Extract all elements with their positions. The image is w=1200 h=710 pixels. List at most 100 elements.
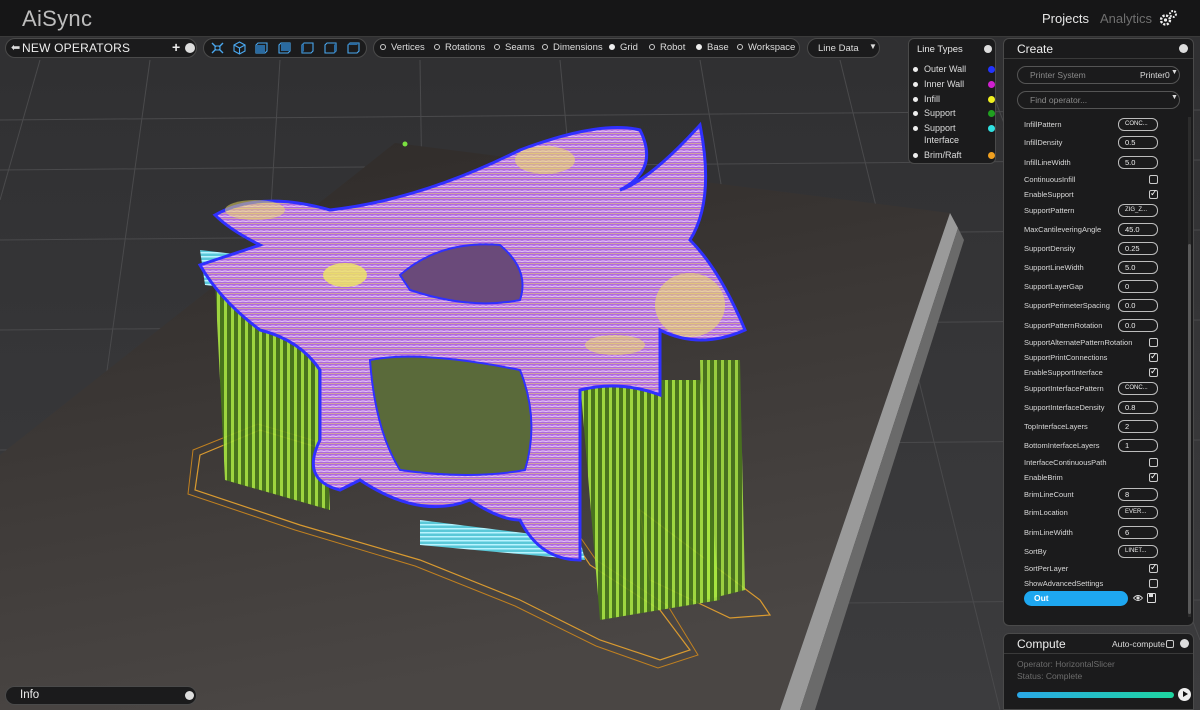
play-icon[interactable] <box>1178 688 1191 701</box>
param-input[interactable]: 6 <box>1118 526 1158 539</box>
color-swatch <box>988 81 995 88</box>
view-left-icon[interactable] <box>300 41 315 55</box>
bullet-icon <box>913 153 918 158</box>
param-input[interactable]: 5.0 <box>1118 261 1158 274</box>
param-checkbox-checked[interactable] <box>1149 366 1158 377</box>
legend-label: Brim/Raft <box>924 150 962 160</box>
param-checkbox-checked[interactable] <box>1149 471 1158 482</box>
auto-compute-checkbox[interactable] <box>1166 640 1174 648</box>
scrollbar-thumb[interactable] <box>1188 244 1191 614</box>
view-fit-icon[interactable] <box>210 41 225 55</box>
options-icon[interactable] <box>1179 44 1188 53</box>
param-checkbox[interactable] <box>1149 175 1158 184</box>
divider <box>1004 653 1193 654</box>
eye-icon[interactable] <box>1133 594 1143 602</box>
param-checkbox[interactable] <box>1149 579 1158 588</box>
param-input[interactable]: 0.8 <box>1118 401 1158 414</box>
param-label: BottomInterfaceLayers <box>1024 441 1100 450</box>
param-input[interactable]: ZIG_Z... <box>1118 204 1158 217</box>
compute-title: Compute <box>1017 637 1066 651</box>
support-tower-right <box>700 360 745 600</box>
param-label: SupportPattern <box>1024 206 1075 215</box>
param-label: ShowAdvancedSettings <box>1024 579 1104 588</box>
param-checkbox[interactable] <box>1149 338 1158 347</box>
param-input[interactable]: EVER... <box>1118 506 1158 519</box>
view-top-icon[interactable] <box>346 41 361 55</box>
auto-compute-label: Auto-compute <box>1112 639 1165 649</box>
param-label: InfillDensity <box>1024 138 1063 147</box>
radio-icon <box>494 44 500 50</box>
param-label: SupportPatternRotation <box>1024 321 1103 330</box>
legend-item-support-interface[interactable]: Support Interface <box>913 122 995 148</box>
line-data-label: Line Data <box>818 43 859 54</box>
toggle-dimensions[interactable]: Dimensions <box>542 42 603 53</box>
printer-system-label: Printer System <box>1030 70 1086 80</box>
gears-icon[interactable] <box>1158 9 1178 29</box>
compute-progress-bar <box>1017 692 1174 698</box>
nav-projects[interactable]: Projects <box>1042 11 1089 26</box>
add-operator-button[interactable]: + <box>172 39 180 55</box>
line-data-dropdown[interactable]: Line Data ▼ <box>807 38 880 58</box>
param-input[interactable]: 2 <box>1118 420 1158 433</box>
output-label: Out <box>1034 593 1049 603</box>
param-input[interactable]: 0.0 <box>1118 299 1158 312</box>
param-label: SupportDensity <box>1024 244 1076 253</box>
view-iso-icon[interactable] <box>232 41 247 55</box>
param-input[interactable]: 1 <box>1118 439 1158 452</box>
param-input[interactable]: CONC... <box>1118 382 1158 395</box>
toggle-workspace[interactable]: Workspace <box>737 42 795 53</box>
divider <box>1004 58 1193 59</box>
param-label: EnableSupport <box>1024 190 1074 199</box>
app-title: AiSync <box>22 6 93 31</box>
param-label: SupportPrintConnections <box>1024 353 1108 362</box>
printer-system-select[interactable]: Printer System Printer0 ▼ <box>1017 66 1180 84</box>
param-label: SupportPerimeterSpacing <box>1024 301 1110 310</box>
operators-header[interactable]: ⬅ NEW OPERATORS + <box>5 38 197 58</box>
param-checkbox-checked[interactable] <box>1149 351 1158 362</box>
compute-panel: Compute Auto-compute Operator: Horizonta… <box>1003 633 1194 710</box>
output-button[interactable]: Out <box>1024 591 1128 606</box>
toggle-vertices[interactable]: Vertices <box>380 42 425 53</box>
info-panel[interactable]: Info <box>5 686 197 705</box>
param-checkbox-checked[interactable] <box>1149 562 1158 573</box>
create-panel: Create Printer System Printer0 ▼ Find op… <box>1003 38 1194 626</box>
options-icon[interactable] <box>984 45 992 53</box>
toggle-seams[interactable]: Seams <box>494 42 535 53</box>
param-label: InfillPattern <box>1024 120 1062 129</box>
radio-icon <box>609 44 615 50</box>
save-icon[interactable] <box>1147 593 1156 603</box>
param-input[interactable]: 0.5 <box>1118 136 1158 149</box>
infill-patch-4 <box>225 200 285 220</box>
view-right-icon[interactable] <box>323 41 338 55</box>
nav-analytics[interactable]: Analytics <box>1100 11 1152 26</box>
find-operator-select[interactable]: Find operator... ▼ <box>1017 91 1180 109</box>
bullet-icon <box>913 67 918 72</box>
options-icon[interactable] <box>1180 639 1189 648</box>
param-input[interactable]: 0.0 <box>1118 319 1158 332</box>
view-back-icon[interactable] <box>277 41 292 55</box>
options-icon[interactable] <box>185 43 195 53</box>
toggle-grid[interactable]: Grid <box>609 42 638 53</box>
param-input[interactable]: 45.0 <box>1118 223 1158 236</box>
view-front-icon[interactable] <box>254 41 269 55</box>
toggle-label: Vertices <box>391 42 425 53</box>
param-label: SortBy <box>1024 547 1047 556</box>
param-label: InfillLineWidth <box>1024 158 1071 167</box>
param-input[interactable]: LINET... <box>1118 545 1158 558</box>
back-arrow-icon[interactable]: ⬅ <box>11 41 20 54</box>
param-label: BrimLineWidth <box>1024 528 1073 537</box>
param-input[interactable]: 8 <box>1118 488 1158 501</box>
legend-label: Inner Wall <box>924 79 965 89</box>
toggle-base[interactable]: Base <box>696 42 729 53</box>
param-checkbox-checked[interactable] <box>1149 188 1158 199</box>
param-checkbox[interactable] <box>1149 458 1158 467</box>
param-label: InterfaceContinuousPath <box>1024 458 1107 467</box>
param-input[interactable]: 0.25 <box>1118 242 1158 255</box>
toggle-robot[interactable]: Robot <box>649 42 685 53</box>
toggle-rotations[interactable]: Rotations <box>434 42 485 53</box>
param-input[interactable]: 5.0 <box>1118 156 1158 169</box>
options-icon[interactable] <box>185 691 194 700</box>
param-input[interactable]: 0 <box>1118 280 1158 293</box>
param-input[interactable]: CONC... <box>1118 118 1158 131</box>
param-label: SupportInterfaceDensity <box>1024 403 1105 412</box>
